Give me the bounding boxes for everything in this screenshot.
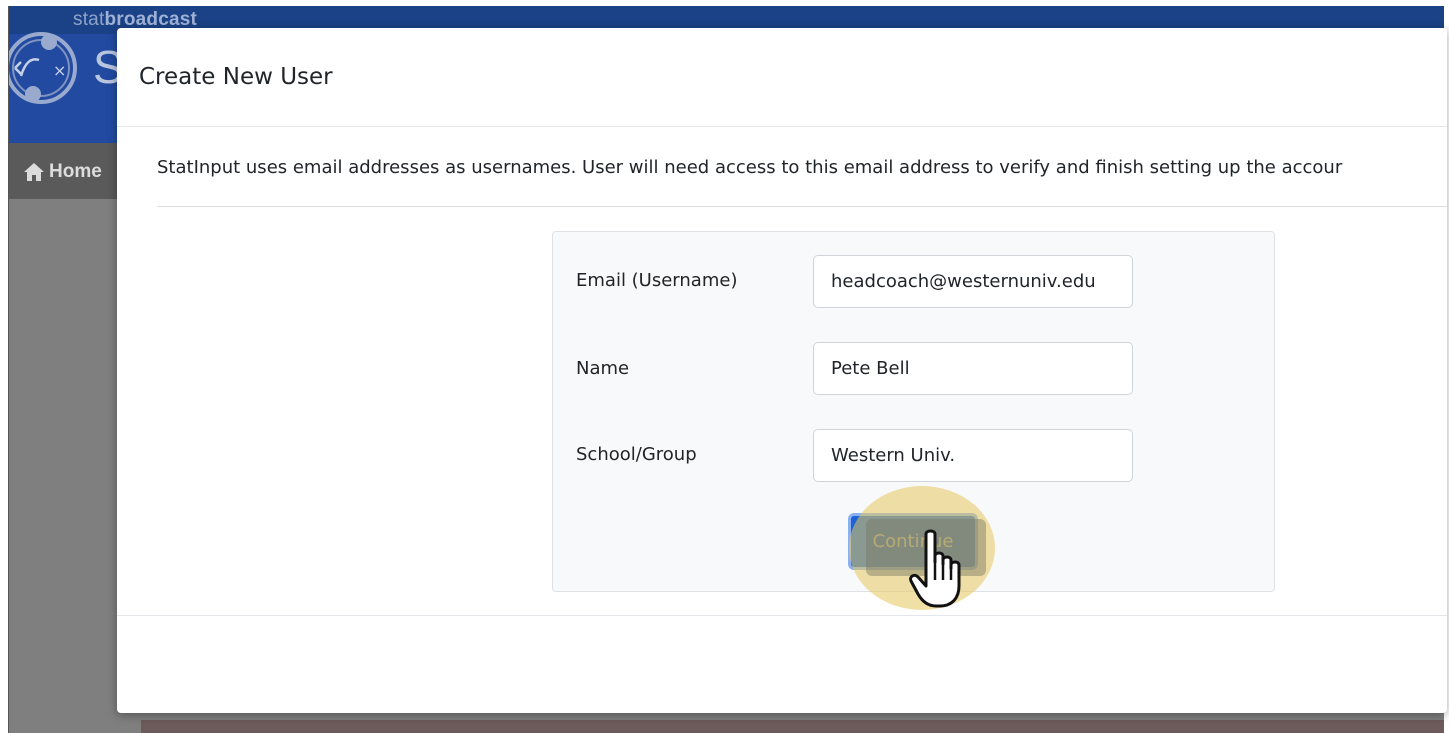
background-content-strip [141,720,1444,733]
user-form-card: Email (Username) Name School/Group Conti… [552,231,1275,592]
school-group-field[interactable] [813,429,1133,482]
create-user-modal: Create New User StatInput uses email add… [117,28,1447,713]
name-label: Name [576,358,630,379]
statbroadcast-logo-icon: × [9,32,77,104]
nav-home-label: Home [49,161,102,182]
school-group-label: School/Group [576,444,697,465]
intro-text: StatInput uses email addresses as userna… [157,157,1343,178]
name-field[interactable] [813,342,1133,395]
continue-button[interactable]: Continue [848,513,978,570]
modal-body: StatInput uses email addresses as userna… [117,127,1447,615]
svg-text:×: × [53,61,66,80]
modal-footer [117,615,1447,713]
email-field[interactable] [813,255,1133,308]
divider [157,206,1447,207]
home-icon [24,163,44,181]
nav-home-link[interactable]: Home [23,160,102,184]
modal-header: Create New User [117,28,1447,127]
modal-title: Create New User [139,64,333,90]
brand-suffix: broadcast [104,9,198,30]
email-label: Email (Username) [576,270,738,291]
